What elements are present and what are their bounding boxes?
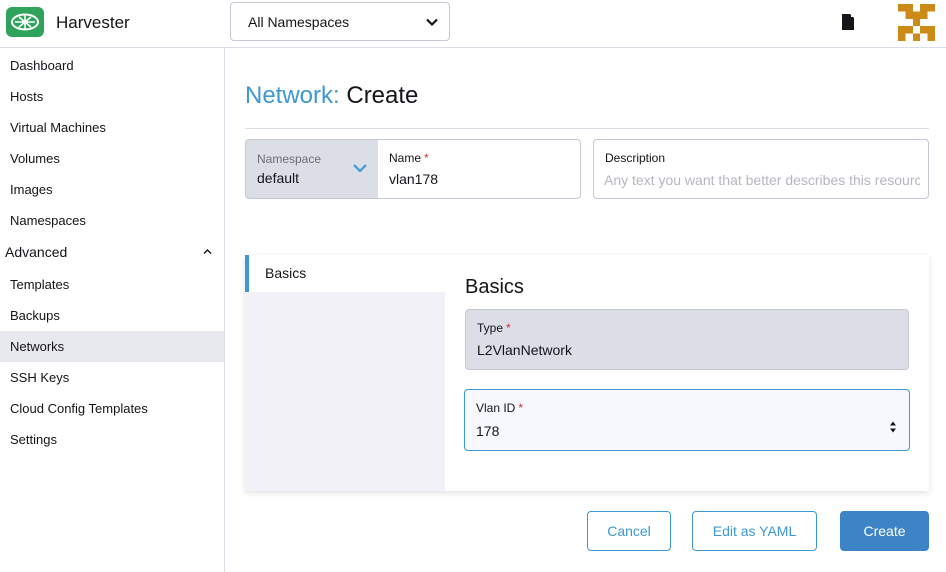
page-title-action: Create xyxy=(346,82,419,109)
name-label: Name * xyxy=(389,151,429,165)
tabbed-panel: Basics Basics Type * L2VlanNetwork Vlan I… xyxy=(245,255,929,491)
top-header: Harvester All Namespaces xyxy=(0,0,946,48)
section-title: Basics xyxy=(465,276,524,298)
required-marker: * xyxy=(518,401,524,415)
create-button[interactable]: Create xyxy=(840,511,929,551)
name-input[interactable]: vlan178 xyxy=(389,171,438,187)
sidebar-item-volumes[interactable]: Volumes xyxy=(0,143,224,174)
chevron-down-icon xyxy=(353,164,367,173)
user-avatar-icon[interactable] xyxy=(898,4,935,41)
namespace-value: default xyxy=(257,170,300,186)
sidebar: Dashboard Hosts Virtual Machines Volumes… xyxy=(0,48,225,572)
document-icon[interactable] xyxy=(841,13,855,31)
required-marker: * xyxy=(506,321,511,335)
page-title: Network: Create xyxy=(245,82,418,110)
description-input[interactable] xyxy=(604,170,920,190)
vlan-id-field[interactable]: Vlan ID * xyxy=(464,389,910,451)
edit-as-yaml-button[interactable]: Edit as YAML xyxy=(692,511,817,551)
chevron-up-icon xyxy=(203,249,212,254)
sidebar-item-templates[interactable]: Templates xyxy=(0,269,224,300)
vlan-id-label: Vlan ID * xyxy=(476,401,524,415)
vlan-id-input[interactable] xyxy=(476,421,856,441)
namespace-select[interactable]: Namespace default xyxy=(245,139,379,199)
sidebar-item-hosts[interactable]: Hosts xyxy=(0,81,224,112)
sidebar-item-images[interactable]: Images xyxy=(0,174,224,205)
sidebar-group-label: Advanced xyxy=(5,244,68,260)
sidebar-item-networks[interactable]: Networks xyxy=(0,331,224,362)
sidebar-item-backups[interactable]: Backups xyxy=(0,300,224,331)
required-marker: * xyxy=(424,151,429,165)
number-stepper-icon[interactable] xyxy=(889,420,897,434)
namespace-filter-value: All Namespaces xyxy=(248,14,350,30)
sidebar-item-settings[interactable]: Settings xyxy=(0,424,224,455)
description-label: Description xyxy=(605,151,666,165)
name-field[interactable]: Name * vlan178 xyxy=(378,139,581,199)
tab-basics[interactable]: Basics xyxy=(245,255,445,292)
sidebar-item-namespaces[interactable]: Namespaces xyxy=(0,205,224,236)
title-divider xyxy=(245,128,929,129)
namespace-filter-select[interactable]: All Namespaces xyxy=(230,2,450,41)
sidebar-item-virtual-machines[interactable]: Virtual Machines xyxy=(0,112,224,143)
sidebar-item-dashboard[interactable]: Dashboard xyxy=(0,50,224,81)
type-select[interactable]: Type * L2VlanNetwork xyxy=(465,309,909,370)
type-value: L2VlanNetwork xyxy=(477,342,572,358)
page-title-resource[interactable]: Network: xyxy=(245,82,340,109)
description-field[interactable]: Description xyxy=(593,139,929,199)
cancel-button[interactable]: Cancel xyxy=(587,511,671,551)
sidebar-group-advanced[interactable]: Advanced xyxy=(0,237,224,268)
harvester-logo-icon[interactable] xyxy=(6,7,44,37)
sidebar-item-cloud-config-templates[interactable]: Cloud Config Templates xyxy=(0,393,224,424)
tab-list: Basics xyxy=(245,255,445,491)
sidebar-item-ssh-keys[interactable]: SSH Keys xyxy=(0,362,224,393)
chevron-down-icon xyxy=(426,18,438,27)
namespace-label: Namespace xyxy=(257,152,322,166)
app-name: Harvester xyxy=(56,13,130,32)
type-label: Type * xyxy=(477,321,511,335)
